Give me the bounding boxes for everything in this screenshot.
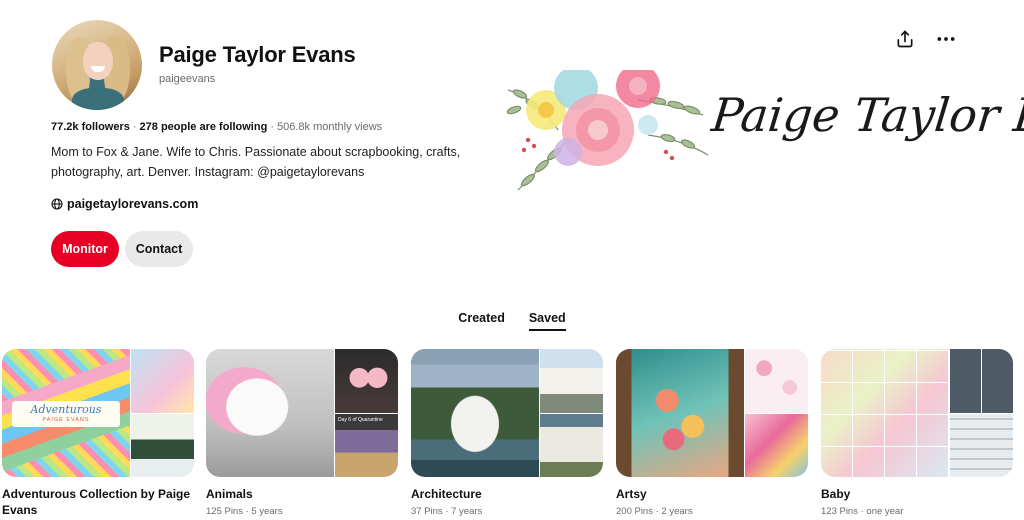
board-side-image	[745, 349, 808, 413]
board-side-image	[950, 414, 1013, 477]
board-meta: 37 Pins · 7 years	[411, 506, 483, 517]
board-meta: 125 Pins · 5 years	[206, 506, 283, 517]
board-title[interactable]: Adventurous Collection by Paige Evans	[2, 486, 194, 518]
board-meta: 200 Pins · 2 years	[616, 506, 693, 517]
more-button[interactable]	[933, 26, 959, 52]
globe-icon	[51, 198, 63, 210]
cover-script-name: Paige Taylor Evans	[709, 88, 1024, 142]
board-thumbnail[interactable]	[821, 349, 1013, 477]
following-count[interactable]: 278 people are following	[140, 121, 268, 133]
website-link[interactable]: paigetaylorevans.com	[51, 197, 198, 211]
board-thumbnail[interactable]: Day 6 of Quarantine	[206, 349, 398, 477]
board-side-image	[950, 349, 1013, 413]
board-thumbnail[interactable]	[411, 349, 603, 477]
tab-created[interactable]: Created	[458, 311, 505, 331]
avatar[interactable]	[52, 20, 142, 110]
board-title[interactable]: Animals	[206, 486, 398, 502]
profile-name: Paige Taylor Evans	[159, 42, 356, 67]
board-card[interactable]: Day 6 of Quarantine Animals 125 Pins · 5…	[206, 349, 398, 517]
followers-count[interactable]: 77.2k followers	[51, 121, 130, 133]
board-title[interactable]: Artsy	[616, 486, 808, 502]
tab-saved[interactable]: Saved	[528, 311, 566, 331]
contact-button[interactable]: Contact	[125, 231, 193, 267]
board-cover-title: Adventurous	[30, 403, 102, 416]
board-meta: 123 Pins · one year	[821, 506, 904, 517]
profile-tabs: Created Saved	[0, 311, 1024, 331]
board-side-caption: Day 6 of Quarantine	[338, 417, 383, 423]
more-icon	[937, 37, 955, 41]
board-side-image: Day 6 of Quarantine	[335, 414, 398, 477]
board-side-image	[131, 414, 194, 477]
board-cover-image	[616, 349, 744, 477]
board-cover-image	[821, 349, 949, 477]
board-card[interactable]: Artsy 200 Pins · 2 years	[616, 349, 808, 517]
board-side-image	[540, 349, 603, 413]
board-cover-image: Adventurous PAIGE EVANS	[2, 349, 130, 477]
board-cover-image	[411, 349, 539, 477]
board-title[interactable]: Baby	[821, 486, 1013, 502]
board-card[interactable]: Architecture 37 Pins · 7 years	[411, 349, 603, 517]
board-card[interactable]: Baby 123 Pins · one year	[821, 349, 1013, 517]
monitor-button[interactable]: Monitor	[51, 231, 119, 267]
flower-purple	[554, 138, 582, 166]
website-label: paigetaylorevans.com	[67, 197, 199, 211]
board-side-image	[335, 349, 398, 413]
board-card[interactable]: Adventurous PAIGE EVANS Adventurous Coll…	[2, 349, 194, 518]
board-cover-subtitle: PAIGE EVANS	[42, 417, 90, 423]
board-cover-image	[206, 349, 334, 477]
board-side-image	[745, 414, 808, 477]
board-title[interactable]: Architecture	[411, 486, 603, 502]
board-thumbnail[interactable]: Adventurous PAIGE EVANS	[2, 349, 194, 477]
board-thumbnail[interactable]	[616, 349, 808, 477]
profile-stats: 77.2k followers · 278 people are following…	[51, 121, 383, 133]
board-cover-label: Adventurous PAIGE EVANS	[12, 401, 120, 427]
share-icon	[897, 30, 913, 48]
profile-bio: Mom to Fox & Jane. Wife to Chris. Passio…	[51, 145, 461, 179]
share-button[interactable]	[892, 26, 918, 52]
board-side-image	[131, 349, 194, 413]
profile-handle: paigeevans	[159, 73, 216, 85]
monthly-views: 506.8k monthly views	[276, 121, 383, 133]
board-side-image	[540, 414, 603, 477]
